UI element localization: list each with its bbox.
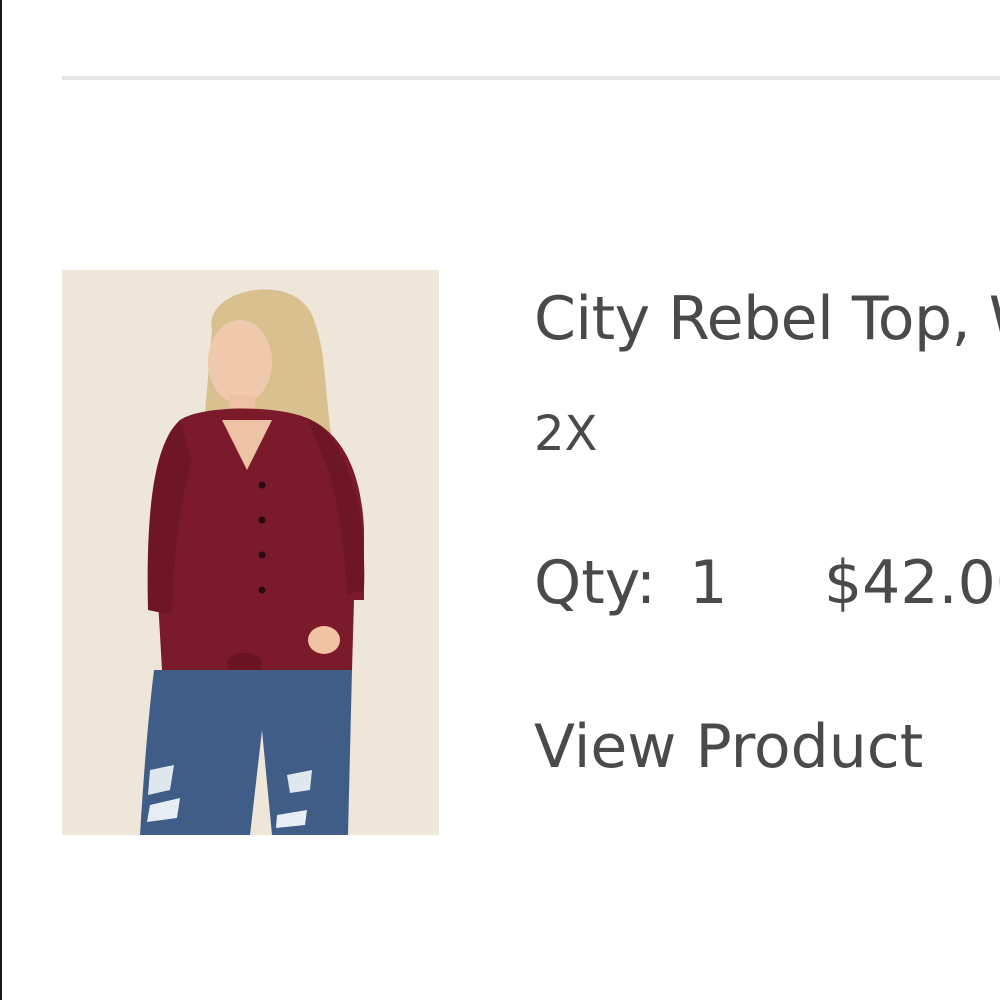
item-price: $42.00 [824, 548, 1000, 618]
quantity-row: Qty: 1 [534, 548, 727, 618]
product-size: 2X [534, 406, 598, 462]
left-border [0, 0, 2, 1000]
product-photo [62, 270, 439, 835]
product-image[interactable] [62, 270, 439, 835]
view-product-label: View Product [534, 712, 924, 782]
cart-item-page: City Rebel Top, Wine 2X Qty: 1 $42.00 Vi… [0, 0, 1000, 1000]
view-product-link[interactable]: View Product → [534, 712, 1000, 782]
section-divider [62, 76, 1000, 80]
product-name[interactable]: City Rebel Top, Wine [534, 284, 1000, 354]
quantity-label: Qty: [534, 548, 657, 618]
product-details: City Rebel Top, Wine 2X Qty: 1 $42.00 Vi… [534, 276, 1000, 796]
quantity-value: 1 [689, 548, 728, 618]
